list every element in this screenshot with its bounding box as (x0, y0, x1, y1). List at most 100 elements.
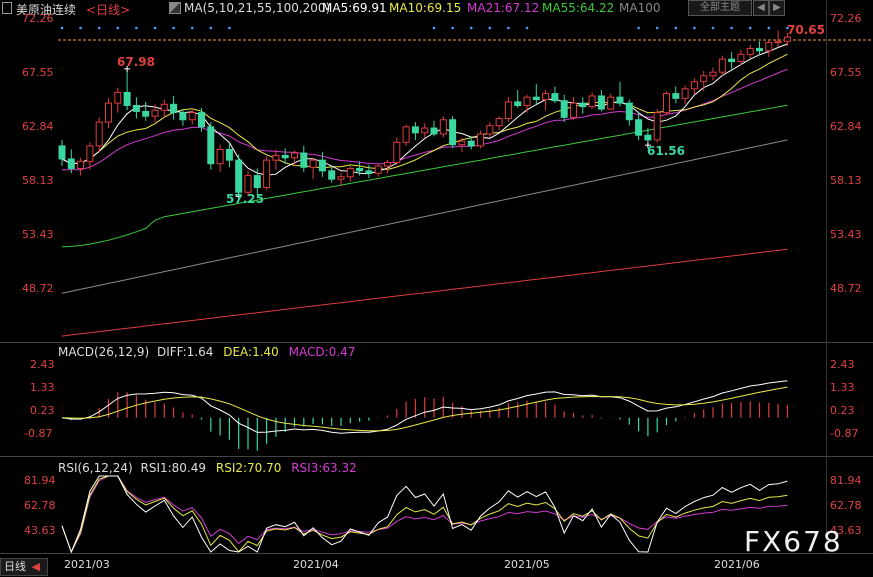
x-tick: 2021/04 (293, 558, 339, 571)
candle-down (532, 96, 540, 101)
price-chart[interactable] (0, 0, 873, 577)
y-tick: 1.33 (30, 381, 55, 394)
candle-up (337, 176, 345, 180)
period-dropdown-icon: ◀ (31, 560, 40, 573)
candle-down (616, 96, 624, 104)
candle-up (263, 159, 271, 188)
candle-up (160, 103, 168, 111)
candle-up (588, 95, 596, 108)
candle-up (495, 118, 503, 127)
signal-dot (451, 26, 454, 30)
candle-down (58, 145, 66, 160)
y-tick: -0.87 (830, 427, 859, 440)
candle-down (551, 93, 559, 102)
signal-dot (488, 26, 492, 30)
signal-dot (730, 26, 733, 30)
macd-value: MACD:0.47 (288, 345, 356, 359)
candle-down (142, 110, 150, 117)
signal-dot (767, 26, 771, 30)
candle-up (663, 93, 670, 114)
y-tick: 2.43 (30, 358, 55, 371)
candle-down (179, 112, 187, 121)
candle-up (486, 125, 494, 135)
rsi1-line (61, 475, 788, 554)
rsi3-line (61, 475, 788, 554)
candle-up (653, 112, 661, 141)
candle-up (374, 165, 382, 174)
candle-up (114, 91, 122, 104)
candle-down (449, 119, 457, 146)
candle-down (235, 159, 243, 193)
candle-down (170, 103, 178, 114)
period-button[interactable]: 日线 ◀ (0, 558, 48, 576)
candle-up (523, 96, 531, 106)
y-tick: 62.78 (830, 499, 862, 512)
signal-dot (228, 26, 231, 30)
rsi2-line (61, 475, 788, 554)
period-button-label: 日线 (4, 560, 26, 573)
signal-dots-row (60, 26, 789, 30)
candle-down (281, 154, 289, 159)
candle-down (672, 93, 680, 99)
candle-up (346, 167, 354, 178)
rsi-header: RSI(6,12,24) RSI1:80.49 RSI2:70.70 RSI3:… (58, 461, 357, 475)
x-tick: 2021/06 (714, 558, 760, 571)
ma100-line (61, 139, 788, 294)
candle-down (411, 126, 419, 134)
y-tick: 0.23 (30, 404, 55, 417)
candle-up (77, 160, 85, 169)
y-tick: 0.23 (830, 404, 855, 417)
candle-up (384, 162, 391, 167)
candle-down (625, 102, 633, 121)
low-left-label: 57.25 (226, 192, 264, 206)
candle-down (207, 126, 215, 165)
y-tick: 2.43 (830, 358, 855, 371)
candle-down (365, 170, 373, 174)
candle-up (86, 145, 94, 162)
candle-up (570, 102, 577, 118)
candle-down (728, 58, 736, 63)
candle-up (607, 96, 615, 110)
candle-up (746, 47, 754, 55)
candle-up (105, 102, 112, 123)
candle-down (253, 175, 261, 188)
signal-dot (172, 26, 175, 30)
candle-down (356, 167, 364, 172)
candle-down (579, 102, 587, 108)
signal-dot (525, 26, 529, 30)
macd-label: MACD(26,12,9) (58, 345, 150, 359)
candle-up (542, 93, 550, 101)
rsi-label: RSI(6,12,24) (58, 461, 133, 475)
candle-up (95, 121, 103, 147)
y-tick: 81.94 (24, 474, 56, 487)
signal-dot (209, 26, 213, 30)
y-tick: 1.33 (830, 381, 855, 394)
candle-up (690, 81, 698, 90)
candle-down (318, 159, 326, 172)
signal-dot (97, 26, 101, 30)
rsi1-value: RSI1:80.49 (140, 461, 207, 475)
signal-dot (432, 26, 436, 30)
candle-down (198, 112, 205, 128)
y-tick: 43.63 (24, 524, 56, 537)
candle-up (151, 109, 159, 117)
candle-up (504, 101, 512, 120)
ma200-line (61, 248, 788, 337)
low-right-label: 61.56 (647, 144, 685, 158)
candle-down (597, 95, 605, 110)
signal-dot (469, 26, 473, 30)
candle-up (244, 175, 252, 193)
candle-up (774, 40, 782, 43)
candle-up (765, 41, 773, 52)
candle-up (216, 148, 224, 165)
signal-dot (637, 26, 640, 30)
y-tick: 62.78 (24, 499, 56, 512)
macd-diff: DIFF:1.64 (156, 345, 214, 359)
candle-up (291, 152, 298, 159)
candle-down (225, 148, 233, 161)
candle-up (718, 58, 726, 73)
rsi2-value: RSI2:70.70 (215, 461, 282, 475)
macd-header: MACD(26,12,9) DIFF:1.64 DEA:1.40 MACD:0.… (58, 345, 355, 359)
x-tick: 2021/05 (504, 558, 550, 571)
candle-up (458, 140, 466, 146)
